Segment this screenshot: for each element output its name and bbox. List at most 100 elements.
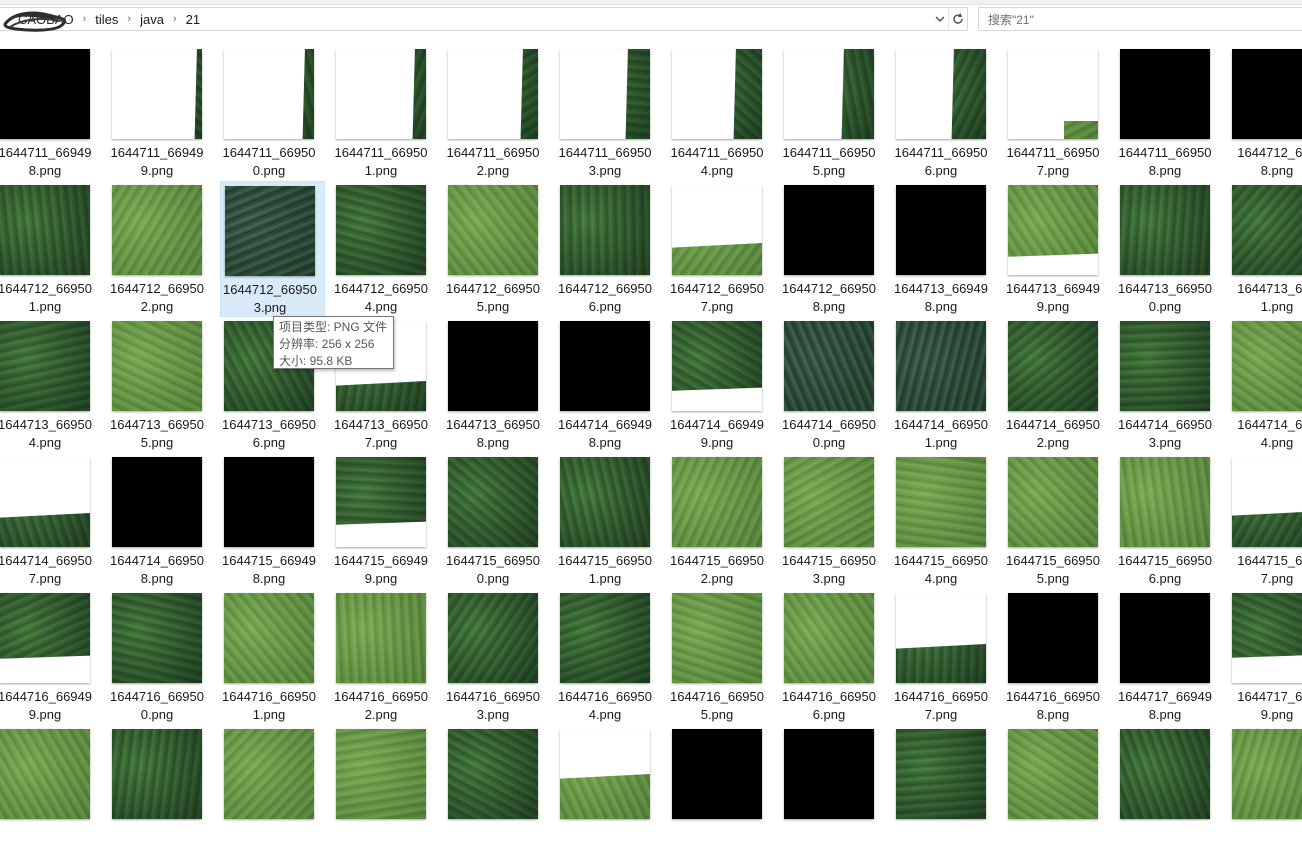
file-item[interactable]: 1644716_66949 9.png [0, 593, 92, 729]
file-item[interactable]: 1644716_66950 0.png [92, 593, 204, 729]
file-name-line2: 8.png [252, 571, 286, 586]
file-name: 1644715_66949 9.png [316, 552, 446, 588]
file-name: 1644713_66950 0.png [1100, 280, 1230, 316]
file-item[interactable] [988, 729, 1100, 865]
file-item[interactable]: 1644712_66950 8.png [764, 185, 876, 321]
file-name-line2: 3.png [588, 163, 622, 178]
file-item[interactable]: 1644714_66949 8.png [540, 321, 652, 457]
file-item[interactable]: 1644711_66949 9.png [92, 49, 204, 185]
file-item[interactable]: 1644715_66950 6.png [1100, 457, 1212, 593]
file-name-line1: 1644711_66950 [1006, 145, 1100, 160]
file-name-line2: 8.png [1148, 163, 1182, 178]
file-item[interactable] [92, 729, 204, 865]
file-name-line1: 1644715_66950 [894, 553, 988, 568]
file-name: 1644712_66950 4.png [316, 280, 446, 316]
file-item[interactable]: 1644715_66950 3.png [764, 457, 876, 593]
file-item[interactable]: 1644712_66950 6.png [540, 185, 652, 321]
file-grid: 1644711_66949 8.png 1644711_66949 9.png 1644… [0, 0, 1302, 819]
file-item[interactable] [652, 729, 764, 865]
file-name-line2: 2.png [700, 571, 734, 586]
file-item[interactable] [428, 729, 540, 865]
file-item[interactable] [540, 729, 652, 865]
file-item[interactable]: 1644711_66950 7.png [988, 49, 1100, 185]
file-item[interactable]: 1644715_66949 9.png [316, 457, 428, 593]
file-item[interactable]: 1644714_66950 1.png [876, 321, 988, 457]
file-item[interactable]: 1644712_669 8.png [1212, 49, 1302, 185]
file-item[interactable]: 1644715_66950 4.png [876, 457, 988, 593]
file-item[interactable]: 1644716_66950 2.png [316, 593, 428, 729]
file-item[interactable]: 1644714_66950 3.png [1100, 321, 1212, 457]
file-item[interactable]: 1644716_66950 5.png [652, 593, 764, 729]
file-item[interactable]: 1644715_66949 8.png [204, 457, 316, 593]
file-item[interactable]: 1644711_66950 5.png [764, 49, 876, 185]
file-item[interactable]: 1644714_66950 0.png [764, 321, 876, 457]
file-name-line2: 1.png [252, 707, 286, 722]
file-item[interactable]: 1644711_66950 3.png [540, 49, 652, 185]
file-item[interactable]: 1644715_66950 5.png [988, 457, 1100, 593]
file-item[interactable]: 1644714_669 4.png [1212, 321, 1302, 457]
file-item[interactable]: 1644716_66950 6.png [764, 593, 876, 729]
file-item[interactable]: 1644714_66950 8.png [92, 457, 204, 593]
file-item[interactable]: 1644711_66950 6.png [876, 49, 988, 185]
file-item[interactable]: 1644712_66950 7.png [652, 185, 764, 321]
file-item[interactable]: 1644711_66950 8.png [1100, 49, 1212, 185]
file-item[interactable]: 1644713_66949 8.png [876, 185, 988, 321]
file-item[interactable] [316, 729, 428, 865]
file-item[interactable]: 1644711_66950 4.png [652, 49, 764, 185]
file-item[interactable]: 1644712_66950 3.png [220, 181, 325, 317]
file-item[interactable] [204, 729, 316, 865]
file-item[interactable]: 1644713_669 1.png [1212, 185, 1302, 321]
file-thumbnail [112, 185, 202, 275]
file-item[interactable] [1212, 729, 1302, 865]
file-thumbnail [560, 729, 650, 819]
file-item[interactable]: 1644716_66950 1.png [204, 593, 316, 729]
file-item[interactable]: 1644711_66950 1.png [316, 49, 428, 185]
file-thumbnail [672, 457, 762, 547]
file-item[interactable]: 1644711_66950 0.png [204, 49, 316, 185]
file-item[interactable]: 1644714_66950 7.png [0, 457, 92, 593]
file-name: 1644714_66950 2.png [988, 416, 1118, 452]
file-item[interactable]: 1644716_66950 8.png [988, 593, 1100, 729]
file-item[interactable]: 1644712_66950 5.png [428, 185, 540, 321]
file-name-line1: 1644713_669 [1237, 281, 1302, 296]
file-item[interactable]: 1644713_66950 5.png [92, 321, 204, 457]
file-item[interactable]: 1644714_66949 9.png [652, 321, 764, 457]
file-item[interactable]: 1644715_66950 1.png [540, 457, 652, 593]
file-name: 1644714_66950 1.png [876, 416, 1006, 452]
file-item[interactable]: 1644713_66950 8.png [428, 321, 540, 457]
file-name-line1: 1644714_66950 [110, 553, 204, 568]
file-item[interactable] [0, 729, 92, 865]
file-item[interactable]: 1644712_66950 1.png [0, 185, 92, 321]
file-item[interactable]: 1644711_66950 2.png [428, 49, 540, 185]
file-name-line2: 8.png [1260, 163, 1294, 178]
file-item[interactable] [876, 729, 988, 865]
file-item[interactable]: 1644717_66949 8.png [1100, 593, 1212, 729]
file-item[interactable]: 1644713_66950 0.png [1100, 185, 1212, 321]
file-item[interactable]: 1644712_66950 4.png [316, 185, 428, 321]
file-item[interactable]: 1644714_66950 2.png [988, 321, 1100, 457]
file-item[interactable]: 1644713_66949 9.png [988, 185, 1100, 321]
file-name-line2: 8.png [476, 435, 510, 450]
file-thumbnail [0, 321, 90, 411]
file-thumbnail [896, 457, 986, 547]
file-item[interactable]: 1644713_66950 4.png [0, 321, 92, 457]
file-item[interactable]: 1644716_66950 7.png [876, 593, 988, 729]
file-item[interactable]: 1644716_66950 3.png [428, 593, 540, 729]
file-item[interactable]: 1644715_669 7.png [1212, 457, 1302, 593]
file-name: 1644711_66950 6.png [876, 144, 1006, 180]
file-item[interactable]: 1644715_66950 0.png [428, 457, 540, 593]
file-name-line1: 1644716_66950 [334, 689, 428, 704]
file-item[interactable] [1100, 729, 1212, 865]
file-item[interactable]: 1644715_66950 2.png [652, 457, 764, 593]
file-item[interactable]: 1644716_66950 4.png [540, 593, 652, 729]
file-item[interactable]: 1644712_66950 2.png [92, 185, 204, 321]
file-item[interactable] [764, 729, 876, 865]
file-name-line2: 0.png [476, 571, 510, 586]
file-thumbnail [1232, 729, 1302, 819]
file-name-line1: 1644713_66950 [334, 417, 428, 432]
file-item[interactable]: 1644717_669 9.png [1212, 593, 1302, 729]
file-thumbnail [112, 593, 202, 683]
file-name-line1: 1644714_66950 [1006, 417, 1100, 432]
file-item[interactable]: 1644711_66949 8.png [0, 49, 92, 185]
file-thumbnail [896, 593, 986, 683]
